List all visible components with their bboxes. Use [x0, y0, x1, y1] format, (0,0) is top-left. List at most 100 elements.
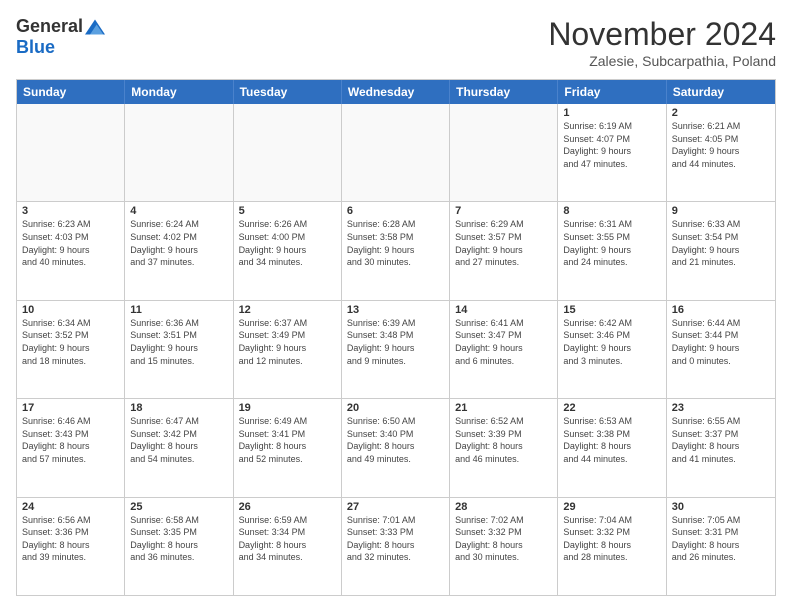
- calendar-cell: 4Sunrise: 6:24 AM Sunset: 4:02 PM Daylig…: [125, 202, 233, 299]
- day-info: Sunrise: 6:50 AM Sunset: 3:40 PM Dayligh…: [347, 415, 444, 465]
- calendar-cell: 17Sunrise: 6:46 AM Sunset: 3:43 PM Dayli…: [17, 399, 125, 496]
- logo-blue-text: Blue: [16, 37, 55, 57]
- day-info: Sunrise: 6:52 AM Sunset: 3:39 PM Dayligh…: [455, 415, 552, 465]
- day-info: Sunrise: 6:59 AM Sunset: 3:34 PM Dayligh…: [239, 514, 336, 564]
- day-number: 1: [563, 107, 660, 119]
- calendar-row-2: 10Sunrise: 6:34 AM Sunset: 3:52 PM Dayli…: [17, 301, 775, 399]
- calendar-row-3: 17Sunrise: 6:46 AM Sunset: 3:43 PM Dayli…: [17, 399, 775, 497]
- day-info: Sunrise: 7:01 AM Sunset: 3:33 PM Dayligh…: [347, 514, 444, 564]
- day-number: 20: [347, 402, 444, 414]
- day-info: Sunrise: 7:04 AM Sunset: 3:32 PM Dayligh…: [563, 514, 660, 564]
- day-info: Sunrise: 6:28 AM Sunset: 3:58 PM Dayligh…: [347, 218, 444, 268]
- calendar-cell: 7Sunrise: 6:29 AM Sunset: 3:57 PM Daylig…: [450, 202, 558, 299]
- day-number: 3: [22, 205, 119, 217]
- calendar-cell: 2Sunrise: 6:21 AM Sunset: 4:05 PM Daylig…: [667, 104, 775, 201]
- day-info: Sunrise: 6:49 AM Sunset: 3:41 PM Dayligh…: [239, 415, 336, 465]
- logo-bottom: Blue: [16, 37, 55, 58]
- day-number: 21: [455, 402, 552, 414]
- calendar-cell: 16Sunrise: 6:44 AM Sunset: 3:44 PM Dayli…: [667, 301, 775, 398]
- calendar-cell: 10Sunrise: 6:34 AM Sunset: 3:52 PM Dayli…: [17, 301, 125, 398]
- weekday-header-sunday: Sunday: [17, 80, 125, 104]
- calendar-cell: 24Sunrise: 6:56 AM Sunset: 3:36 PM Dayli…: [17, 498, 125, 595]
- calendar-cell: 6Sunrise: 6:28 AM Sunset: 3:58 PM Daylig…: [342, 202, 450, 299]
- day-number: 12: [239, 304, 336, 316]
- calendar-cell: 1Sunrise: 6:19 AM Sunset: 4:07 PM Daylig…: [558, 104, 666, 201]
- calendar-cell: 26Sunrise: 6:59 AM Sunset: 3:34 PM Dayli…: [234, 498, 342, 595]
- day-info: Sunrise: 6:19 AM Sunset: 4:07 PM Dayligh…: [563, 120, 660, 170]
- day-number: 26: [239, 501, 336, 513]
- day-number: 10: [22, 304, 119, 316]
- day-info: Sunrise: 6:36 AM Sunset: 3:51 PM Dayligh…: [130, 317, 227, 367]
- weekday-header-thursday: Thursday: [450, 80, 558, 104]
- day-number: 2: [672, 107, 770, 119]
- logo: General Blue: [16, 16, 105, 58]
- calendar-cell: 25Sunrise: 6:58 AM Sunset: 3:35 PM Dayli…: [125, 498, 233, 595]
- day-info: Sunrise: 6:33 AM Sunset: 3:54 PM Dayligh…: [672, 218, 770, 268]
- page: General Blue November 2024 Zalesie, Subc…: [0, 0, 792, 612]
- calendar-cell: [342, 104, 450, 201]
- day-info: Sunrise: 6:24 AM Sunset: 4:02 PM Dayligh…: [130, 218, 227, 268]
- calendar-row-1: 3Sunrise: 6:23 AM Sunset: 4:03 PM Daylig…: [17, 202, 775, 300]
- day-number: 23: [672, 402, 770, 414]
- day-info: Sunrise: 7:05 AM Sunset: 3:31 PM Dayligh…: [672, 514, 770, 564]
- subtitle: Zalesie, Subcarpathia, Poland: [548, 53, 776, 69]
- day-number: 6: [347, 205, 444, 217]
- day-number: 5: [239, 205, 336, 217]
- calendar: SundayMondayTuesdayWednesdayThursdayFrid…: [16, 79, 776, 596]
- day-info: Sunrise: 6:55 AM Sunset: 3:37 PM Dayligh…: [672, 415, 770, 465]
- calendar-row-0: 1Sunrise: 6:19 AM Sunset: 4:07 PM Daylig…: [17, 104, 775, 202]
- weekday-header-friday: Friday: [558, 80, 666, 104]
- calendar-cell: 18Sunrise: 6:47 AM Sunset: 3:42 PM Dayli…: [125, 399, 233, 496]
- calendar-body: 1Sunrise: 6:19 AM Sunset: 4:07 PM Daylig…: [17, 104, 775, 595]
- calendar-cell: [17, 104, 125, 201]
- day-number: 8: [563, 205, 660, 217]
- day-info: Sunrise: 6:47 AM Sunset: 3:42 PM Dayligh…: [130, 415, 227, 465]
- day-info: Sunrise: 6:42 AM Sunset: 3:46 PM Dayligh…: [563, 317, 660, 367]
- day-number: 4: [130, 205, 227, 217]
- calendar-cell: [125, 104, 233, 201]
- day-info: Sunrise: 6:44 AM Sunset: 3:44 PM Dayligh…: [672, 317, 770, 367]
- calendar-cell: 23Sunrise: 6:55 AM Sunset: 3:37 PM Dayli…: [667, 399, 775, 496]
- day-info: Sunrise: 7:02 AM Sunset: 3:32 PM Dayligh…: [455, 514, 552, 564]
- day-number: 14: [455, 304, 552, 316]
- calendar-cell: 30Sunrise: 7:05 AM Sunset: 3:31 PM Dayli…: [667, 498, 775, 595]
- calendar-cell: 3Sunrise: 6:23 AM Sunset: 4:03 PM Daylig…: [17, 202, 125, 299]
- day-number: 7: [455, 205, 552, 217]
- logo-text: General: [16, 16, 105, 37]
- calendar-cell: 13Sunrise: 6:39 AM Sunset: 3:48 PM Dayli…: [342, 301, 450, 398]
- day-info: Sunrise: 6:39 AM Sunset: 3:48 PM Dayligh…: [347, 317, 444, 367]
- day-number: 27: [347, 501, 444, 513]
- calendar-cell: 11Sunrise: 6:36 AM Sunset: 3:51 PM Dayli…: [125, 301, 233, 398]
- weekday-header-tuesday: Tuesday: [234, 80, 342, 104]
- calendar-cell: 9Sunrise: 6:33 AM Sunset: 3:54 PM Daylig…: [667, 202, 775, 299]
- day-info: Sunrise: 6:34 AM Sunset: 3:52 PM Dayligh…: [22, 317, 119, 367]
- day-info: Sunrise: 6:37 AM Sunset: 3:49 PM Dayligh…: [239, 317, 336, 367]
- header: General Blue November 2024 Zalesie, Subc…: [16, 16, 776, 69]
- calendar-cell: 29Sunrise: 7:04 AM Sunset: 3:32 PM Dayli…: [558, 498, 666, 595]
- day-info: Sunrise: 6:23 AM Sunset: 4:03 PM Dayligh…: [22, 218, 119, 268]
- day-number: 18: [130, 402, 227, 414]
- day-info: Sunrise: 6:29 AM Sunset: 3:57 PM Dayligh…: [455, 218, 552, 268]
- day-number: 11: [130, 304, 227, 316]
- day-info: Sunrise: 6:41 AM Sunset: 3:47 PM Dayligh…: [455, 317, 552, 367]
- calendar-header: SundayMondayTuesdayWednesdayThursdayFrid…: [17, 80, 775, 104]
- day-number: 25: [130, 501, 227, 513]
- day-number: 16: [672, 304, 770, 316]
- day-number: 19: [239, 402, 336, 414]
- day-number: 17: [22, 402, 119, 414]
- calendar-cell: 14Sunrise: 6:41 AM Sunset: 3:47 PM Dayli…: [450, 301, 558, 398]
- calendar-cell: 28Sunrise: 7:02 AM Sunset: 3:32 PM Dayli…: [450, 498, 558, 595]
- month-title: November 2024: [548, 16, 776, 53]
- day-number: 15: [563, 304, 660, 316]
- day-number: 9: [672, 205, 770, 217]
- weekday-header-saturday: Saturday: [667, 80, 775, 104]
- day-number: 30: [672, 501, 770, 513]
- calendar-cell: 22Sunrise: 6:53 AM Sunset: 3:38 PM Dayli…: [558, 399, 666, 496]
- calendar-cell: 27Sunrise: 7:01 AM Sunset: 3:33 PM Dayli…: [342, 498, 450, 595]
- day-info: Sunrise: 6:56 AM Sunset: 3:36 PM Dayligh…: [22, 514, 119, 564]
- day-number: 29: [563, 501, 660, 513]
- day-info: Sunrise: 6:58 AM Sunset: 3:35 PM Dayligh…: [130, 514, 227, 564]
- calendar-cell: 15Sunrise: 6:42 AM Sunset: 3:46 PM Dayli…: [558, 301, 666, 398]
- calendar-cell: 20Sunrise: 6:50 AM Sunset: 3:40 PM Dayli…: [342, 399, 450, 496]
- calendar-cell: 12Sunrise: 6:37 AM Sunset: 3:49 PM Dayli…: [234, 301, 342, 398]
